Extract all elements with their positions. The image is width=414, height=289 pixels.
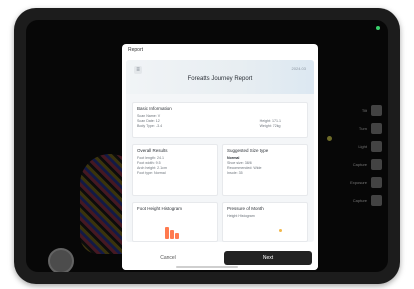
histogram-bar bbox=[170, 230, 174, 239]
basic-info-right: Height: 171.1 Weight: 72kg bbox=[260, 114, 281, 129]
card-title: Suggested Size type bbox=[227, 148, 269, 153]
pressure-subtitle: Height Histogram bbox=[227, 214, 255, 218]
suggested-size-card: Suggested Size type Normal Shoe size: 38… bbox=[222, 144, 308, 196]
stage: Tilt Turn Light Capture Exposure Capture… bbox=[0, 0, 414, 289]
report-header: ≡ 2024.03 Foreatts Journey Report bbox=[126, 60, 314, 94]
histogram-bar bbox=[165, 227, 169, 239]
next-button[interactable]: Next bbox=[224, 251, 312, 265]
camera-indicator-dot bbox=[376, 26, 380, 30]
card-title: Pressure of Month bbox=[227, 206, 264, 211]
report-date: 2024.03 bbox=[291, 66, 306, 71]
logo-icon: ≡ bbox=[134, 66, 142, 74]
tablet-screen: Tilt Turn Light Capture Exposure Capture… bbox=[26, 20, 388, 272]
card-title: Foot Height Histogram bbox=[137, 206, 183, 211]
tablet-frame: Tilt Turn Light Capture Exposure Capture… bbox=[14, 8, 400, 284]
report-document: ≡ 2024.03 Foreatts Journey Report Basic … bbox=[126, 60, 314, 242]
report-modal: Report ≡ 2024.03 Foreatts Journey Report… bbox=[122, 44, 318, 270]
basic-info-grid: Scan Name: V Scan Date: 12 Body Type: -3… bbox=[137, 114, 303, 129]
card-title: Basic Information bbox=[137, 106, 172, 111]
foot-height-card: Foot Height Histogram bbox=[132, 202, 218, 242]
cancel-button[interactable]: Cancel bbox=[128, 251, 208, 265]
pressure-card: Pressure of Month Height Histogram bbox=[222, 202, 308, 242]
info-line: Body Type: -3.4 bbox=[137, 124, 163, 128]
report-title: Foreatts Journey Report bbox=[187, 76, 253, 82]
basic-info-card: Basic Information Scan Name: V Scan Date… bbox=[132, 102, 308, 138]
basic-info-left: Scan Name: V Scan Date: 12 Body Type: -3… bbox=[137, 114, 162, 129]
pressure-marker bbox=[279, 229, 282, 232]
modal-header: Report bbox=[128, 47, 144, 53]
histogram-bar bbox=[175, 233, 179, 239]
suggested-line: Insole: 35 bbox=[227, 171, 243, 175]
info-line: Weight: 72kg bbox=[259, 124, 281, 128]
home-indicator bbox=[176, 266, 238, 268]
overall-results-card: Overall Results Foot length: 24.1 Foot w… bbox=[132, 144, 218, 196]
card-title: Overall Results bbox=[137, 148, 168, 153]
result-line: Foot type: Normal bbox=[137, 171, 166, 175]
